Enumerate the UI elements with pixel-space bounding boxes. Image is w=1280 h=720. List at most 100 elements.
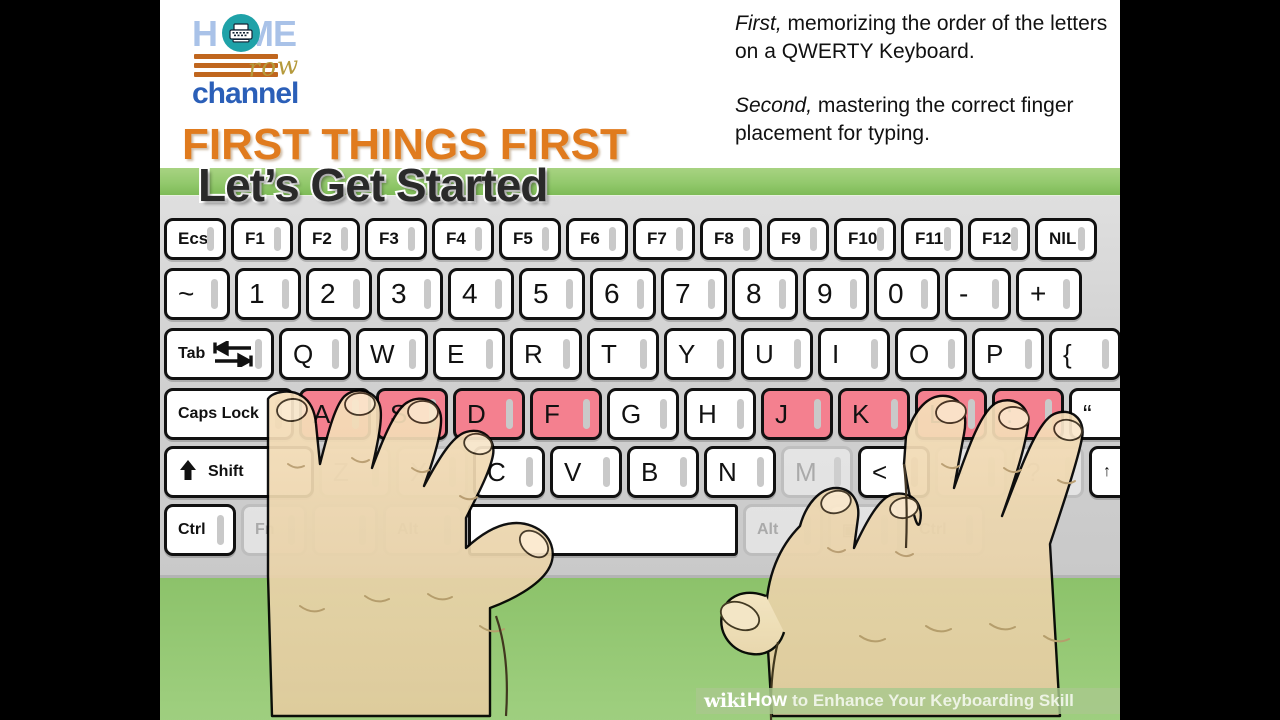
key-l[interactable]: L: [915, 388, 987, 440]
key-blank[interactable]: :: [992, 388, 1064, 440]
key-f7[interactable]: F7: [633, 218, 695, 260]
key-nll[interactable]: NlL: [1035, 218, 1097, 260]
keyboard-row-number: ~1 2 3 4 5 6 7 8 9 0 - +: [164, 268, 1082, 320]
key-f10[interactable]: F10: [834, 218, 896, 260]
key-label: V: [564, 456, 582, 487]
key-label: F: [544, 398, 560, 429]
key-sidebar: [948, 339, 955, 369]
key-caps-lock[interactable]: Caps Lock: [164, 388, 294, 440]
key-label: 4: [462, 278, 478, 309]
key-c[interactable]: C: [473, 446, 545, 498]
key-sidebar: [988, 457, 995, 487]
key-f[interactable]: F: [530, 388, 602, 440]
key-a[interactable]: A: [299, 388, 371, 440]
key-sidebar: [850, 279, 857, 309]
key-t[interactable]: T: [587, 328, 659, 380]
key-sidebar: [881, 515, 888, 545]
key-h[interactable]: H: [684, 388, 756, 440]
key-q[interactable]: Q: [279, 328, 351, 380]
key-o[interactable]: O: [895, 328, 967, 380]
key-blank[interactable]: ~: [164, 268, 230, 320]
key-1[interactable]: 1: [235, 268, 301, 320]
key-label: “: [1083, 398, 1092, 429]
key-sidebar: [282, 279, 289, 309]
key-sidebar: [966, 515, 973, 545]
key-sidebar: [834, 457, 841, 487]
key-blank[interactable]: +: [1016, 268, 1082, 320]
key-f9[interactable]: F9: [767, 218, 829, 260]
key-f8[interactable]: F8: [700, 218, 762, 260]
key-blank[interactable]: [468, 504, 738, 556]
key-w[interactable]: W: [356, 328, 428, 380]
key-label: T: [601, 338, 617, 369]
key-u[interactable]: U: [741, 328, 813, 380]
key-9[interactable]: 9: [803, 268, 869, 320]
key-y[interactable]: Y: [664, 328, 736, 380]
key-m[interactable]: M: [781, 446, 853, 498]
key-z[interactable]: Z: [319, 446, 391, 498]
key-f5[interactable]: F5: [499, 218, 561, 260]
key-blank[interactable]: [312, 504, 378, 556]
key-sidebar: [1102, 339, 1109, 369]
key-4[interactable]: 4: [448, 268, 514, 320]
key-r[interactable]: R: [510, 328, 582, 380]
key-v[interactable]: V: [550, 446, 622, 498]
key-j[interactable]: J: [761, 388, 833, 440]
key-s[interactable]: S: [376, 388, 448, 440]
key-sidebar: [1065, 457, 1072, 487]
key-f6[interactable]: F6: [566, 218, 628, 260]
key-sidebar: [891, 399, 898, 429]
key-f11[interactable]: F11: [901, 218, 963, 260]
key-blank[interactable]: ↑: [1089, 446, 1120, 498]
key-sidebar: [353, 279, 360, 309]
key-sidebar: [660, 399, 667, 429]
key-f2[interactable]: F2: [298, 218, 360, 260]
key-label: >: [949, 456, 965, 487]
key-blank[interactable]: -: [945, 268, 1011, 320]
logo-home-text: HOME: [192, 13, 297, 54]
key-n[interactable]: N: [704, 446, 776, 498]
key-ecs[interactable]: Ecs: [164, 218, 226, 260]
brand-logo[interactable]: HOME row: [192, 14, 342, 110]
key-label: F12: [982, 229, 1012, 248]
key-label: 6: [604, 278, 620, 309]
key-b[interactable]: B: [627, 446, 699, 498]
key-blank[interactable]: “: [1069, 388, 1120, 440]
key-ctrl[interactable]: Ctrl: [164, 504, 236, 556]
key-x[interactable]: X: [396, 446, 468, 498]
key-0[interactable]: 0: [874, 268, 940, 320]
key-p[interactable]: P: [972, 328, 1044, 380]
key-shift[interactable]: Shift: [164, 446, 314, 498]
key-f12[interactable]: F12: [968, 218, 1030, 260]
key-label: {: [1063, 338, 1072, 369]
key-f1[interactable]: F1: [231, 218, 293, 260]
key-d[interactable]: D: [453, 388, 525, 440]
key-g[interactable]: G: [607, 388, 679, 440]
key-2[interactable]: 2: [306, 268, 372, 320]
key-fn[interactable]: Fn: [241, 504, 307, 556]
keyboard-row-function: Ecs F1 F2 F3 F4 F5 F6 F7 F8 F9 F10 F11 F12 NlL: [164, 218, 1097, 260]
key-blank[interactable]: >: [935, 446, 1007, 498]
key-e[interactable]: E: [433, 328, 505, 380]
key-5[interactable]: 5: [519, 268, 585, 320]
key-7[interactable]: 7: [661, 268, 727, 320]
key-blank[interactable]: <: [858, 446, 930, 498]
key-tab[interactable]: Tab: [164, 328, 274, 380]
key-label: F1: [245, 229, 265, 248]
key-f4[interactable]: F4: [432, 218, 494, 260]
key-8[interactable]: 8: [732, 268, 798, 320]
key-ctrl[interactable]: Ctrl: [905, 504, 985, 556]
key-label: Shift: [208, 463, 244, 480]
key-i[interactable]: I: [818, 328, 890, 380]
key-f3[interactable]: F3: [365, 218, 427, 260]
key-3[interactable]: 3: [377, 268, 443, 320]
key-blank[interactable]: ▣: [828, 504, 900, 556]
key-alt[interactable]: Alt: [383, 504, 463, 556]
key-label: F3: [379, 229, 399, 248]
key-label: +: [1030, 278, 1047, 309]
key-k[interactable]: K: [838, 388, 910, 440]
key-6[interactable]: 6: [590, 268, 656, 320]
key-blank[interactable]: ?: [1012, 446, 1084, 498]
key-alt[interactable]: Alt: [743, 504, 823, 556]
key-blank[interactable]: {: [1049, 328, 1120, 380]
